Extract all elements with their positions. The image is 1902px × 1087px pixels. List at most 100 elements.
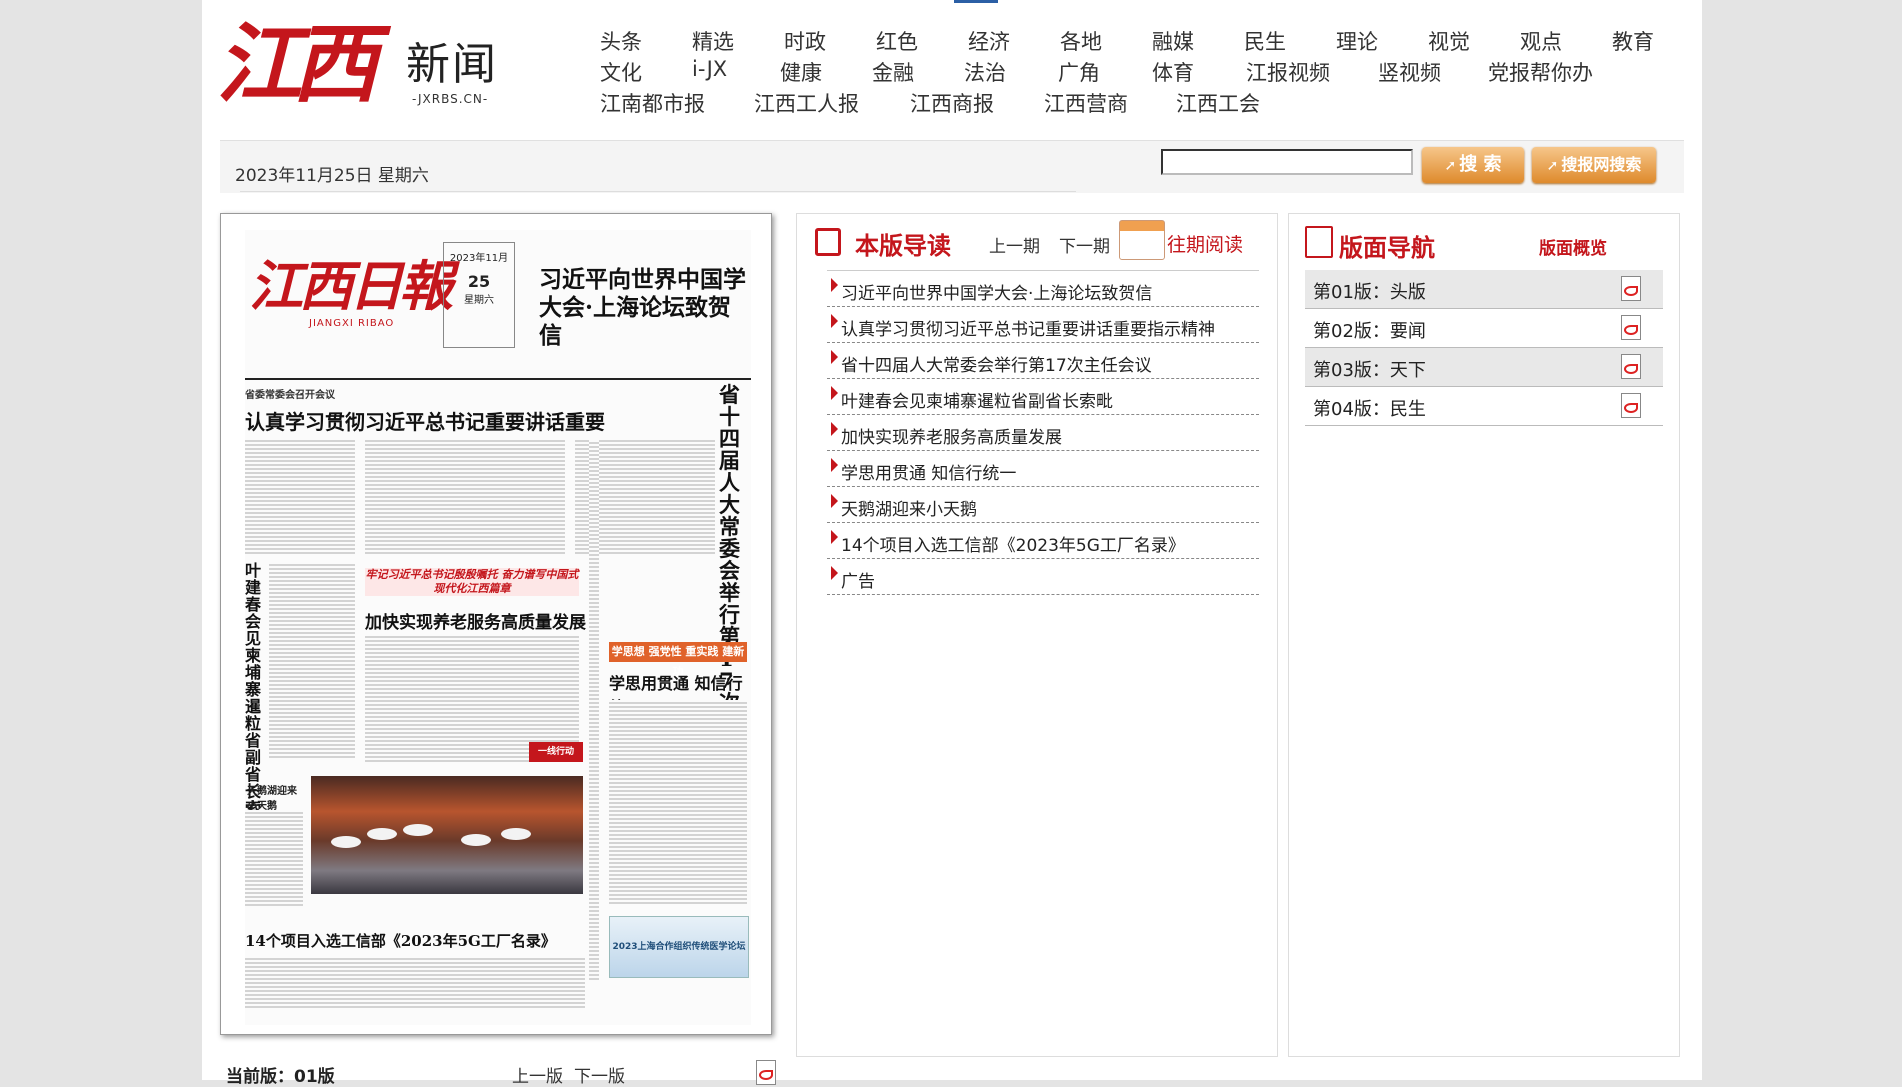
nav-item[interactable]: 江西工会	[1176, 88, 1260, 118]
swan-shape	[367, 828, 397, 840]
article-item[interactable]: 叶建春会见柬埔寨暹粒省副省长索毗	[827, 379, 1259, 415]
nav-item[interactable]: 民生	[1244, 26, 1286, 56]
next-issue-link[interactable]: 下一期	[1059, 232, 1110, 257]
pdf-icon[interactable]	[1621, 393, 1641, 418]
site-logo[interactable]: 江西 新闻 -JXRBS.CN-	[216, 6, 506, 124]
current-page-label: 当前版：01版	[226, 1067, 335, 1087]
date-search-bar: 2023年11月25日 星期六 ➚ 搜 索 ➚ 搜报网搜索	[220, 140, 1684, 193]
date-week: 星期六	[464, 295, 494, 306]
nav-item[interactable]: 精选	[692, 26, 734, 56]
ad-box[interactable]: 2023上海合作组织传统医学论坛	[609, 916, 749, 978]
triangle-bullet-icon	[831, 314, 838, 328]
article-item[interactable]: 省十四届人大常委会举行第17次主任会议	[827, 343, 1259, 379]
nav-item[interactable]: 江西营商	[1044, 88, 1128, 118]
article-item[interactable]: 天鹅湖迎来小天鹅	[827, 487, 1259, 523]
article-title: 习近平向世界中国学大会·上海论坛致贺信	[841, 284, 1153, 304]
page-footer: 当前版：01版 上一版 下一版	[222, 1060, 782, 1087]
page-overview-link[interactable]: 版面概览	[1539, 234, 1607, 259]
logo-domain: -JXRBS.CN-	[412, 92, 489, 106]
article-title: 加快实现养老服务高质量发展	[841, 428, 1062, 448]
pdf-icon[interactable]	[1621, 315, 1641, 340]
prev-page-link[interactable]: 上一版	[512, 1062, 563, 1087]
page-item[interactable]: 第03版：天下	[1305, 348, 1663, 387]
nav-item[interactable]: 时政	[784, 26, 826, 56]
nav-item[interactable]: 法治	[964, 57, 1006, 87]
nav-item[interactable]: 头条	[600, 26, 642, 56]
nav-item[interactable]: 各地	[1060, 26, 1102, 56]
page-list-icon	[1305, 226, 1333, 258]
ad-text: 2023上海合作组织传统医学论坛	[612, 942, 746, 952]
newspaper-masthead-sub: JIANGXI RIBAO	[309, 318, 395, 329]
search-button[interactable]: ➚ 搜 索	[1422, 147, 1524, 183]
article-guide-panel: 本版导读 上一期 下一期 往期阅读 习近平向世界中国学大会·上海论坛致贺信 认真…	[796, 213, 1278, 1057]
newspaper-date-box: 2023年11月 25 星期六	[443, 242, 515, 348]
page-nav-panel: 版面导航 版面概览 第01版：头版 第02版：要闻 第03版：天下 第04版：民…	[1288, 213, 1680, 1057]
nav-item[interactable]: 体育	[1152, 57, 1194, 87]
logo-mark: 江西	[216, 14, 378, 115]
nav-item[interactable]: 教育	[1612, 26, 1654, 56]
article-title: 省十四届人大常委会举行第17次主任会议	[841, 356, 1152, 376]
main-nav: 头条 精选 时政 红色 经济 各地 融媒 民生 理论 视觉 观点 教育 文化 i…	[600, 26, 1670, 119]
nav-item[interactable]: 视觉	[1428, 26, 1470, 56]
page-item[interactable]: 第01版：头版	[1305, 270, 1663, 309]
triangle-bullet-icon	[831, 386, 838, 400]
nav-item[interactable]: 党报帮你办	[1488, 57, 1593, 87]
next-page-link[interactable]: 下一版	[574, 1062, 625, 1087]
article-item[interactable]: 认真学习贯彻习近平总书记重要讲话重要指示精神	[827, 307, 1259, 343]
logo-news-text: 新闻	[406, 39, 498, 90]
newspaper-page-image[interactable]: 江西日報 JIANGXI RIBAO 2023年11月 25 星期六 习近平向世…	[220, 213, 772, 1035]
site-search-button[interactable]: ➚ 搜报网搜索	[1532, 147, 1656, 183]
text-column	[609, 700, 747, 906]
nav-item[interactable]: 江西工人报	[754, 88, 859, 118]
triangle-bullet-icon	[831, 422, 838, 436]
newspaper-page: 江西日報 JIANGXI RIBAO 2023年11月 25 星期六 习近平向世…	[245, 230, 751, 1025]
past-issues-link[interactable]: 往期阅读	[1167, 230, 1243, 257]
article-item[interactable]: 广告	[827, 559, 1259, 595]
nav-item[interactable]: 健康	[780, 57, 822, 87]
nav-item[interactable]: 红色	[876, 26, 918, 56]
nav-item[interactable]: 融媒	[1152, 26, 1194, 56]
article-item[interactable]: 加快实现养老服务高质量发展	[827, 415, 1259, 451]
nav-item[interactable]: 江南都市报	[600, 88, 705, 118]
page-item[interactable]: 第02版：要闻	[1305, 309, 1663, 348]
nav-item[interactable]: 经济	[968, 26, 1010, 56]
calendar-icon[interactable]	[1119, 220, 1165, 260]
pdf-icon[interactable]	[756, 1060, 776, 1085]
article-title: 天鹅湖迎来小天鹅	[841, 500, 977, 520]
article-item[interactable]: 习近平向世界中国学大会·上海论坛致贺信	[827, 271, 1259, 307]
headline-care[interactable]: 加快实现养老服务高质量发展	[365, 608, 586, 633]
prev-issue-link[interactable]: 上一期	[989, 232, 1040, 257]
headline-top[interactable]: 习近平向世界中国学大会·上海论坛致贺信	[539, 266, 749, 350]
search-button-label: 搜 索	[1459, 154, 1502, 175]
text-column	[269, 562, 355, 758]
swan-shape	[461, 834, 491, 846]
nav-item[interactable]: 金融	[872, 57, 914, 87]
page-label: 第03版：天下	[1313, 360, 1426, 381]
article-item[interactable]: 学思用贯通 知信行统一	[827, 451, 1259, 487]
nav-item[interactable]: 文化	[600, 57, 642, 87]
nav-item[interactable]: 观点	[1520, 26, 1562, 56]
nav-item[interactable]: 江报视频	[1246, 57, 1330, 87]
search-input[interactable]	[1161, 149, 1413, 175]
study-tag: 学思想 强党性 重实践 建新功	[609, 642, 747, 678]
nav-item[interactable]: 江西商报	[910, 88, 994, 118]
divider	[240, 191, 1076, 192]
photo-caption: 天鹅湖迎来小天鹅	[247, 786, 297, 812]
headline-5g[interactable]: 14个项目入选工信部《2023年5G工厂名录》	[245, 930, 556, 951]
nav-row-2: 文化 i-JX 健康 金融 法治 广角 体育 江报视频 竖视频 党报帮你办	[600, 57, 1670, 88]
nav-item[interactable]: i-JX	[692, 57, 727, 81]
swan-shape	[501, 828, 531, 840]
swan-photo[interactable]	[311, 776, 583, 894]
page-item[interactable]: 第04版：民生	[1305, 387, 1663, 426]
text-column	[245, 810, 303, 906]
action-tag: 一线行动	[529, 742, 583, 762]
nav-item[interactable]: 竖视频	[1378, 57, 1441, 87]
text-column	[589, 440, 599, 980]
article-title: 学思用贯通 知信行统一	[841, 464, 1017, 484]
pdf-icon[interactable]	[1621, 276, 1641, 301]
text-column	[365, 438, 565, 556]
nav-item[interactable]: 广角	[1058, 57, 1100, 87]
article-item[interactable]: 14个项目入选工信部《2023年5G工厂名录》	[827, 523, 1259, 559]
nav-item[interactable]: 理论	[1336, 26, 1378, 56]
pdf-icon[interactable]	[1621, 354, 1641, 379]
